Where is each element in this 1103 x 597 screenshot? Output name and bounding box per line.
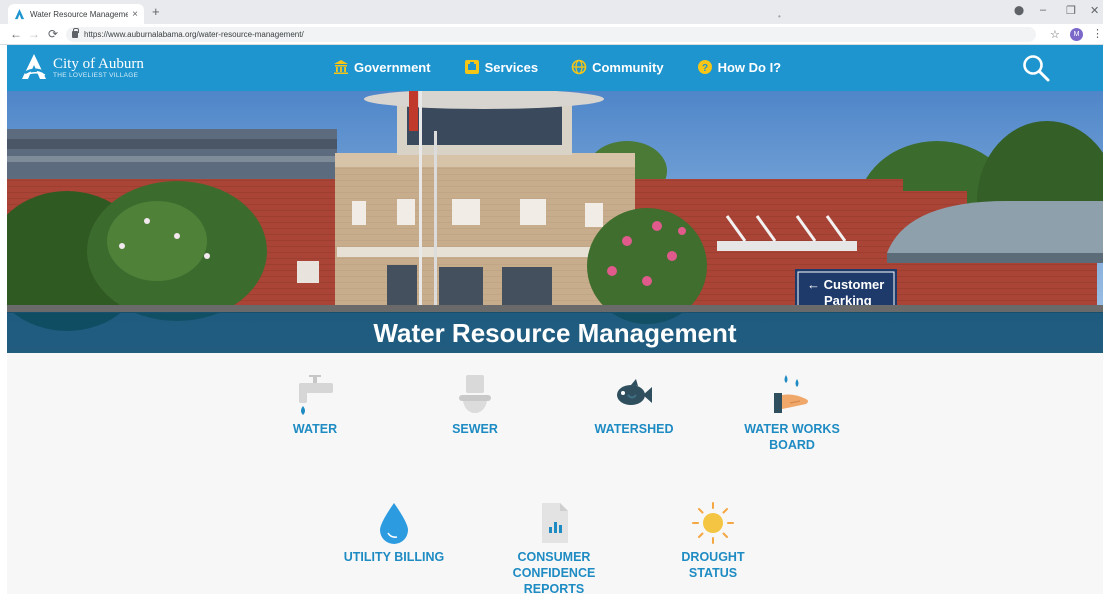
search-icon[interactable] [1021, 53, 1051, 83]
tile-utility-billing-label: UTILITY BILLING [343, 550, 445, 564]
forward-arrow-icon[interactable]: → [28, 27, 40, 41]
nav-government[interactable]: Government [333, 59, 431, 75]
question-icon: ? [697, 60, 712, 74]
browser-toolbar: ← → ⟳ https://www.auburnalabama.org/wate… [0, 24, 1103, 45]
browser-tabstrip: Water Resource Management - × + • ⬤ – ❐ … [0, 0, 1103, 24]
tile-water[interactable]: WATER [275, 373, 355, 437]
site-logo[interactable]: City of Auburn THE LOVELIEST VILLAGE [19, 52, 144, 82]
close-window-icon[interactable]: ✕ [1090, 4, 1099, 17]
record-indicator-icon: ⬤ [1014, 5, 1025, 15]
globe-icon [571, 59, 587, 75]
tile-water-label: WATER [292, 422, 338, 436]
restore-window-icon[interactable]: ❐ [1066, 4, 1076, 17]
report-document-icon [542, 503, 568, 543]
toilet-icon [459, 375, 491, 413]
tile-drought-status-label-line1: DROUGHT [681, 550, 745, 564]
tile-sewer[interactable]: SEWER [435, 373, 515, 437]
services-icon [464, 60, 479, 74]
browser-tab[interactable]: Water Resource Management - × [8, 4, 144, 24]
parking-sign-line1: ← Customer [807, 277, 884, 292]
address-bar[interactable]: https://www.auburnalabama.org/water-reso… [66, 27, 1036, 42]
service-tiles: WATER SEWER WATERSHED WATER WORKS BOARD [7, 353, 1103, 597]
auburn-favicon-icon [14, 8, 25, 19]
logo-tagline: THE LOVELIEST VILLAGE [53, 71, 139, 79]
nav-services-label: Services [484, 59, 539, 75]
kebab-menu-icon[interactable]: ⋮ [1092, 27, 1103, 40]
nav-community[interactable]: Community [571, 59, 664, 75]
profile-avatar[interactable]: M [1070, 28, 1083, 41]
site-header: City of Auburn THE LOVELIEST VILLAGE Gov… [7, 45, 1103, 91]
tile-drought-status-label-line2: STATUS [688, 566, 738, 580]
nav-services[interactable]: Services [464, 59, 539, 75]
nav-how-do-i-label: How Do I? [717, 59, 782, 75]
main-navigation: Government Services Community ? How Do I… [333, 59, 814, 75]
sun-icon [692, 502, 734, 544]
back-arrow-icon[interactable]: ← [10, 27, 22, 41]
page-title: Water Resource Management [373, 318, 737, 348]
tile-sewer-label: SEWER [452, 422, 498, 436]
nav-how-do-i[interactable]: ? How Do I? [697, 59, 782, 75]
svg-text:?: ? [702, 63, 708, 74]
star-icon[interactable]: ☆ [1050, 28, 1060, 41]
minimize-window-icon[interactable]: – [1040, 4, 1046, 16]
hero-section: ← Customer Parking Water Resource Manage… [7, 91, 1103, 353]
tile-water-works-board-label-line2: BOARD [769, 438, 815, 452]
hand-water-drops-icon [774, 375, 808, 413]
tile-watershed[interactable]: WATERSHED [584, 373, 684, 437]
tile-drought-status[interactable]: DROUGHT STATUS [663, 501, 763, 581]
tile-consumer-confidence-reports[interactable]: CONSUMER CONFIDENCE REPORTS [499, 501, 609, 597]
tile-watershed-label: WATERSHED [594, 422, 674, 436]
reload-icon[interactable]: ⟳ [48, 27, 58, 41]
lock-icon [72, 28, 79, 38]
new-tab-button[interactable]: + [152, 4, 160, 20]
tile-water-works-board-label-line1: WATER WORKS [744, 422, 840, 436]
nav-community-label: Community [592, 59, 664, 75]
tab-title: Water Resource Management - [30, 9, 129, 19]
fish-icon [617, 379, 652, 405]
government-building-icon [334, 60, 348, 74]
water-drop-icon [380, 503, 408, 544]
tile-utility-billing[interactable]: UTILITY BILLING [329, 501, 459, 565]
auburn-logo-icon [22, 54, 46, 79]
tabstrip-marker: • [778, 12, 781, 21]
tile-ccr-label-line2: CONFIDENCE [512, 566, 596, 580]
tile-water-works-board[interactable]: WATER WORKS BOARD [727, 373, 857, 453]
nav-government-label: Government [354, 59, 431, 75]
url-text[interactable]: https://www.auburnalabama.org/water-reso… [84, 30, 304, 39]
tile-ccr-label-line1: CONSUMER [517, 550, 591, 564]
water-faucet-icon [299, 375, 333, 415]
tab-close-icon[interactable]: × [132, 9, 138, 20]
tile-ccr-label-line3: REPORTS [523, 582, 585, 596]
logo-name: City of Auburn [53, 55, 144, 72]
